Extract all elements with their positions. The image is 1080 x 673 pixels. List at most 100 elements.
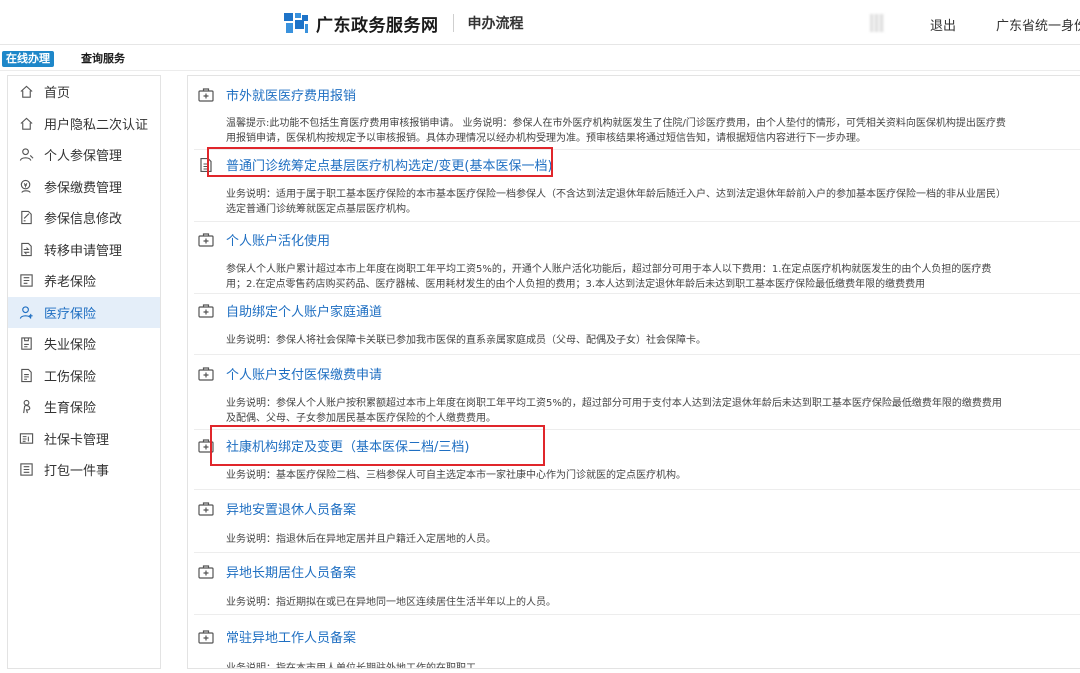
service-title: 社康机构绑定及变更（基本医保二档/三档): [226, 440, 470, 455]
home-icon: [20, 85, 33, 98]
medical-kit-icon: [198, 438, 214, 453]
sidebar-item-work-injury[interactable]: 工伤保险: [8, 360, 160, 392]
medical-kit-icon: [198, 87, 214, 102]
service-description: 温馨提示:此功能不包括生育医疗费用审核报销申请。 业务说明：参保人在市外医疗机构…: [226, 118, 1006, 129]
unemployment-icon: [21, 337, 32, 350]
sidebar-item-info-edit[interactable]: 参保信息修改: [8, 202, 160, 234]
sidebar-item-maternity[interactable]: 生育保险: [8, 391, 160, 423]
gd-logo-icon: [284, 13, 308, 33]
tab-bar: 在线办理 查询服务: [2, 51, 152, 67]
sidebar-item-social-card[interactable]: 社保卡管理: [8, 423, 160, 455]
sidebar-item-home[interactable]: 首页: [8, 76, 160, 108]
edit-document-icon: [21, 211, 32, 225]
brand[interactable]: 广东政务服务网 申办流程: [284, 10, 524, 36]
divider: [194, 429, 1080, 430]
medical-kit-icon: [198, 232, 214, 247]
sidebar-item-label: 个人参保管理: [44, 149, 123, 165]
service-description: 选定普通门诊统筹就医定点基层医疗机构。: [226, 204, 416, 215]
package-icon: [20, 463, 33, 476]
divider: [194, 354, 1080, 355]
injury-document-icon: [21, 368, 32, 382]
service-link[interactable]: 社康机构绑定及变更（基本医保二档/三档): [198, 436, 469, 455]
blurred-avatar: [870, 14, 884, 32]
service-description: 及配偶、父母、子女参加居民基本医疗保险的个人缴费费用。: [226, 413, 496, 424]
divider: [194, 489, 1080, 490]
sidebar-item-label: 社保卡管理: [44, 432, 110, 448]
service-title: 异地长期居住人员备案: [226, 566, 357, 581]
service-link[interactable]: 普通门诊统筹定点基层医疗机构选定/变更(基本医保一档): [198, 155, 553, 174]
service-description: 用报销申请，医保机构按规定予以审核报销。具体办理情况以经办机构受理为准。预审核结…: [226, 133, 866, 144]
service-link[interactable]: 个人账户活化使用: [198, 230, 330, 249]
service-title: 普通门诊统筹定点基层医疗机构选定/变更(基本医保一档): [226, 159, 553, 174]
sidebar-item-label: 医疗保险: [44, 306, 97, 322]
medical-kit-icon: [198, 366, 214, 381]
service-link[interactable]: 异地长期居住人员备案: [198, 562, 356, 581]
medical-kit-icon: [198, 303, 214, 318]
service-link[interactable]: 常驻异地工作人员备案: [198, 627, 356, 646]
service-description: 参保人个人账户累计超过本市上年度在岗职工年平均工资5%的，开通个人账户活化功能后…: [226, 264, 992, 275]
service-link[interactable]: 市外就医医疗费用报销: [198, 85, 356, 104]
sidebar-item-label: 用户隐私二次认证: [44, 117, 149, 133]
maternity-icon: [23, 400, 31, 414]
medical-kit-icon: [198, 629, 214, 644]
service-description: 业务说明：指退休后在异地定居并且户籍迁入定居地的人员。: [226, 534, 496, 545]
service-title: 个人账户支付医保缴费申请: [226, 368, 383, 383]
service-title: 自助绑定个人账户家庭通道: [226, 305, 383, 320]
tab-query-service[interactable]: 查询服务: [77, 51, 129, 67]
sidebar-item-label: 失业保险: [44, 338, 97, 354]
home-icon: [20, 117, 33, 130]
sidebar-item-label: 参保信息修改: [44, 212, 123, 228]
transfer-icon: [21, 242, 32, 256]
service-description: 业务说明：基本医疗保险二档、三档参保人可自主选定本市一家社康中心作为门诊就医的定…: [226, 470, 686, 481]
sidebar-item-label: 参保缴费管理: [44, 180, 123, 196]
medical-user-icon: [19, 306, 33, 319]
service-link[interactable]: 自助绑定个人账户家庭通道: [198, 301, 382, 320]
tab-online-handling[interactable]: 在线办理: [2, 51, 54, 67]
divider: [194, 149, 1080, 150]
brand-separator: [452, 14, 454, 32]
sidebar-item-privacy-auth[interactable]: 用户隐私二次认证: [8, 108, 160, 140]
sidebar-item-label: 工伤保险: [44, 369, 97, 385]
divider: [194, 293, 1080, 294]
service-description: 业务说明：参保人将社会保障卡关联已参加我市医保的直系亲属家庭成员（父母、配偶及子…: [226, 335, 706, 346]
sidebar-item-unemployment[interactable]: 失业保险: [8, 328, 160, 360]
service-title: 常驻异地工作人员备案: [226, 631, 357, 646]
sidebar-item-label: 首页: [44, 86, 71, 102]
service-description: 业务说明：指在本市用人单位长期驻外地工作的在职职工。: [226, 663, 486, 669]
account-name[interactable]: 广东省统一身份: [996, 15, 1080, 34]
coin-user-icon: [20, 179, 31, 193]
sidebar-item-package[interactable]: 打包一件事: [8, 454, 160, 486]
sidebar-item-pension[interactable]: 养老保险: [8, 265, 160, 297]
service-description: 业务说明：参保人个人账户按积累额超过本市上年度在岗职工年平均工资5%的，超过部分…: [226, 398, 1002, 409]
service-link[interactable]: 异地安置退休人员备案: [198, 499, 356, 518]
sidebar-item-label: 生育保险: [44, 401, 97, 417]
top-header: 广东政务服务网 申办流程 退出 广东省统一身份: [0, 0, 1080, 45]
sidebar-item-label: 养老保险: [44, 275, 97, 291]
service-list: 市外就医医疗费用报销 温馨提示:此功能不包括生育医疗费用审核报销申请。 业务说明…: [187, 75, 1080, 669]
divider: [194, 552, 1080, 553]
medical-kit-icon: [198, 564, 214, 579]
user-icon: [19, 148, 34, 162]
service-link[interactable]: 个人账户支付医保缴费申请: [198, 364, 382, 383]
sidebar-item-label: 打包一件事: [44, 464, 110, 480]
logout-link[interactable]: 退出: [930, 15, 956, 34]
page-subtitle: 申办流程: [467, 16, 524, 32]
sidebar-item-label: 转移申请管理: [44, 243, 123, 259]
sidebar-item-personal-insurance[interactable]: 个人参保管理: [8, 139, 160, 171]
medical-kit-icon: [198, 501, 214, 516]
sidebar-item-payment[interactable]: 参保缴费管理: [8, 171, 160, 203]
service-title: 市外就医医疗费用报销: [226, 89, 357, 104]
document-icon: [200, 157, 212, 172]
service-description: 业务说明：指近期拟在或已在异地同一地区连续居住生活半年以上的人员。: [226, 597, 556, 608]
divider: [194, 221, 1080, 222]
brand-name: 广东政务服务网: [316, 15, 439, 36]
sidebar-item-transfer[interactable]: 转移申请管理: [8, 234, 160, 266]
service-description: 业务说明：适用于属于职工基本医疗保险的本市基本医疗保险一档参保人（不含达到法定退…: [226, 189, 1006, 200]
sidebar: 首页 用户隐私二次认证 个人参保管理 参保缴费管理 参保信息修改 转移申请管理 …: [7, 75, 161, 669]
tab-divider: [0, 70, 1080, 71]
divider: [194, 614, 1080, 615]
service-title: 异地安置退休人员备案: [226, 503, 357, 518]
sidebar-item-medical-insurance[interactable]: 医疗保险: [8, 296, 160, 328]
pension-icon: [20, 274, 33, 287]
card-icon: [19, 433, 34, 444]
